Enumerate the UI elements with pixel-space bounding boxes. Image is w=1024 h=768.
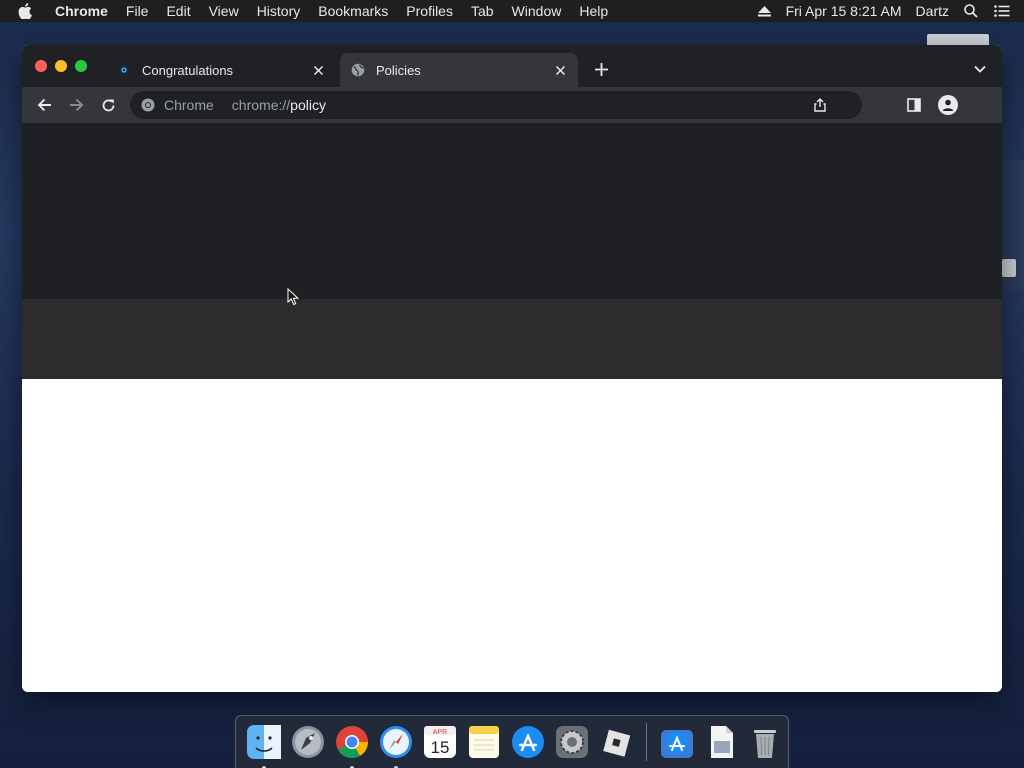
tab-title: Congratulations [142, 62, 234, 78]
close-tab-icon[interactable] [552, 62, 568, 78]
browser-window: Congratulations Policies Chrome chrome:/… [22, 45, 1002, 692]
globe-icon [350, 62, 366, 78]
close-window-button[interactable] [35, 60, 47, 72]
chrome-icon[interactable] [333, 723, 371, 768]
reload-icon[interactable] [99, 96, 117, 114]
url-text: chrome://policy [232, 97, 326, 113]
calendar-month: APR [433, 729, 447, 736]
launchpad-icon[interactable] [289, 723, 327, 761]
trash-icon[interactable] [746, 723, 784, 761]
safari-icon[interactable] [377, 723, 415, 768]
menu-view[interactable]: View [200, 3, 248, 19]
tab-congratulations[interactable]: Congratulations [106, 53, 336, 87]
zoom-window-button[interactable] [75, 60, 87, 72]
page-subheader-area [22, 299, 1002, 379]
tab-strip: Congratulations Policies [22, 45, 1002, 87]
spotlight-search-icon[interactable] [956, 4, 986, 18]
close-tab-icon[interactable] [310, 62, 326, 78]
menu-tab[interactable]: Tab [462, 3, 503, 19]
url-path: policy [290, 97, 326, 113]
menu-profiles[interactable]: Profiles [397, 3, 462, 19]
menubar-user[interactable]: Dartz [909, 3, 956, 19]
menu-app-name[interactable]: Chrome [46, 3, 117, 19]
calendar-day: 15 [431, 738, 450, 757]
url-scheme: chrome:// [231, 97, 291, 113]
app-store-downloads-icon[interactable] [658, 723, 696, 761]
roblox-icon[interactable] [597, 723, 635, 761]
menu-history[interactable]: History [248, 3, 310, 19]
forward-arrow-icon[interactable] [67, 96, 85, 114]
address-bar[interactable]: Chrome chrome://policy [130, 91, 862, 119]
menu-window[interactable]: Window [503, 3, 571, 19]
share-icon[interactable] [812, 97, 828, 113]
profile-avatar-icon[interactable] [938, 95, 958, 115]
dock-separator [646, 723, 647, 761]
mouse-pointer-icon [287, 287, 300, 311]
menubar-datetime[interactable]: Fri Apr 15 8:21 AM [779, 3, 909, 19]
tab-title: Policies [376, 62, 421, 78]
back-arrow-icon[interactable] [35, 96, 53, 114]
tab-policies[interactable]: Policies [340, 53, 578, 87]
app-store-icon[interactable] [509, 723, 547, 761]
page-header-area [22, 123, 1002, 299]
eject-icon[interactable] [750, 5, 779, 17]
calendar-icon[interactable]: APR 15 [421, 723, 459, 761]
control-center-list-icon[interactable] [986, 5, 1024, 17]
document-icon[interactable] [702, 723, 740, 761]
background-window-label [1002, 259, 1016, 277]
menu-help[interactable]: Help [570, 3, 617, 19]
notes-icon[interactable] [465, 723, 503, 761]
apple-menu-icon[interactable] [18, 3, 36, 19]
chrome-logo-icon[interactable] [140, 97, 156, 113]
new-tab-plus-icon[interactable] [592, 60, 610, 78]
menu-bookmarks[interactable]: Bookmarks [309, 3, 397, 19]
tab-search-chevron-down-icon[interactable] [972, 61, 988, 77]
browser-toolbar: Chrome chrome://policy [22, 87, 1002, 123]
dock: APR 15 [235, 715, 789, 768]
menu-file[interactable]: File [117, 3, 158, 19]
minimize-window-button[interactable] [55, 60, 67, 72]
page-content [22, 123, 1002, 692]
menu-bar: Chrome File Edit View History Bookmarks … [0, 0, 1024, 22]
site-chip-label: Chrome [164, 97, 214, 113]
side-panel-icon[interactable] [906, 97, 922, 113]
system-preferences-icon[interactable] [553, 723, 591, 761]
site-favicon-icon [116, 62, 132, 78]
menu-edit[interactable]: Edit [157, 3, 199, 19]
finder-icon[interactable] [245, 723, 283, 768]
